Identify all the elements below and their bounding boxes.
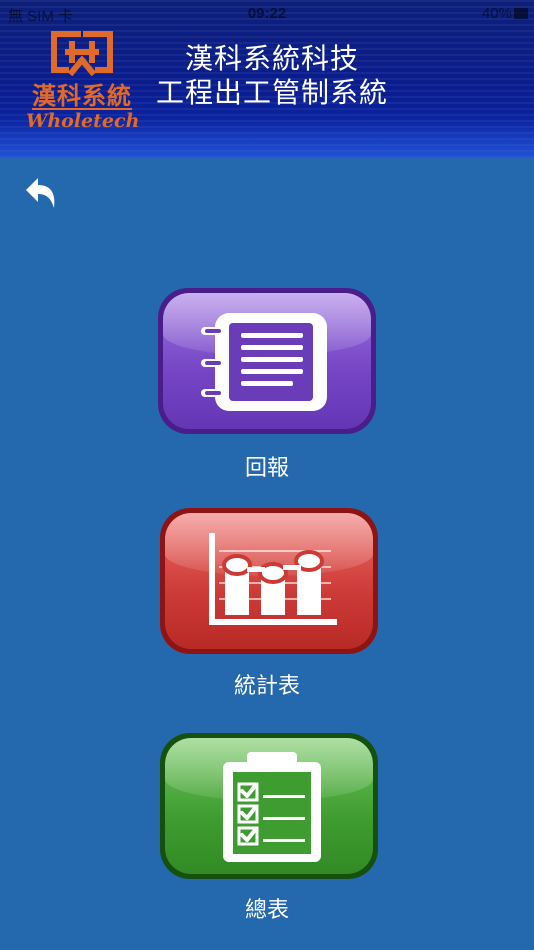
title-line-1: 漢科系統科技 bbox=[184, 43, 359, 74]
stats-label[interactable]: 統計表 bbox=[0, 668, 534, 700]
logo-english-text: Wholetech bbox=[26, 110, 140, 132]
battery-icon bbox=[514, 8, 528, 19]
logo-chinese-text: 漢科系統 bbox=[32, 81, 132, 110]
status-bar: 無 SIM 卡 09:22 40% bbox=[0, 0, 534, 28]
notebook-icon bbox=[201, 313, 327, 411]
back-arrow-icon bbox=[26, 178, 55, 208]
back-button[interactable] bbox=[20, 172, 62, 214]
page-title: 漢科系統科技 工程出工管制系統 bbox=[140, 42, 404, 110]
battery-text: 40% bbox=[481, 5, 512, 22]
logo-mark-icon bbox=[51, 31, 113, 76]
title-line-2: 工程出工管制系統 bbox=[155, 77, 388, 108]
summary-button[interactable] bbox=[160, 733, 378, 879]
bar-chart-icon bbox=[209, 533, 337, 625]
stats-button[interactable] bbox=[160, 508, 378, 654]
summary-label[interactable]: 總表 bbox=[0, 892, 534, 924]
checklist-clipboard-icon bbox=[223, 752, 321, 862]
report-button[interactable] bbox=[158, 288, 376, 434]
status-time: 09:22 bbox=[247, 5, 287, 22]
company-logo: 漢科系統 Wholetech bbox=[26, 30, 140, 134]
report-label[interactable]: 回報 bbox=[0, 450, 534, 482]
app-header: 無 SIM 卡 09:22 40% 漢科系統 Wholetech 漢科系統科技 … bbox=[0, 0, 534, 158]
